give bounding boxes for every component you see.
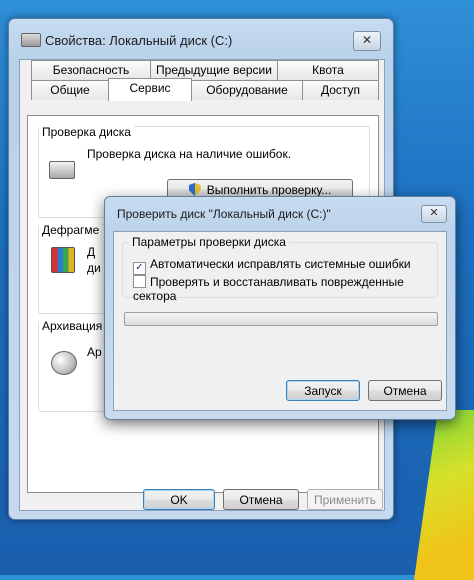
desktop-wallpaper-accent bbox=[414, 410, 474, 580]
ok-button[interactable]: OK bbox=[143, 489, 215, 510]
tab-sharing[interactable]: Доступ bbox=[302, 80, 379, 100]
scan-sectors-option[interactable]: Проверять и восстанавливать поврежденные… bbox=[133, 275, 437, 303]
tab-hardware[interactable]: Оборудование bbox=[191, 80, 303, 100]
dialog-close-button[interactable]: ✕ bbox=[421, 205, 447, 223]
defrag-icon bbox=[51, 247, 75, 273]
backup-description: Ар bbox=[87, 345, 102, 359]
dialog-cancel-button[interactable]: Отмена bbox=[368, 380, 442, 401]
disk-check-title: Проверка диска bbox=[39, 125, 134, 139]
disk-icon bbox=[49, 161, 75, 179]
auto-fix-checkbox[interactable]: ✓ bbox=[133, 262, 146, 275]
tab-quota[interactable]: Квота bbox=[277, 60, 379, 80]
window-title: Свойства: Локальный диск (C:) bbox=[45, 33, 233, 48]
check-progress-bar bbox=[124, 312, 438, 326]
drive-icon bbox=[21, 33, 41, 47]
tab-previous-versions[interactable]: Предыдущие версии bbox=[150, 60, 278, 80]
cancel-button[interactable]: Отмена bbox=[223, 489, 299, 510]
dialog-body: Параметры проверки диска ✓ Автоматически … bbox=[113, 231, 447, 411]
tab-security[interactable]: Безопасность bbox=[31, 60, 151, 80]
tab-general[interactable]: Общие bbox=[31, 80, 109, 100]
check-options-group: Параметры проверки диска ✓ Автоматически … bbox=[122, 235, 438, 303]
check-disk-dialog: Проверить диск "Локальный диск (C:)" ✕ П… bbox=[104, 196, 456, 420]
apply-button: Применить bbox=[307, 489, 383, 510]
check-options-title: Параметры проверки диска bbox=[129, 235, 289, 249]
backup-title: Архивация bbox=[39, 319, 106, 333]
scan-sectors-checkbox[interactable] bbox=[133, 275, 146, 288]
start-button[interactable]: Запуск bbox=[286, 380, 360, 401]
defrag-description-2: ди bbox=[87, 261, 101, 275]
run-check-label: Выполнить проверку... bbox=[206, 183, 332, 197]
disk-check-description: Проверка диска на наличие ошибок. bbox=[87, 147, 292, 161]
backup-icon bbox=[51, 351, 77, 375]
tab-tools[interactable]: Сервис bbox=[108, 78, 192, 101]
scan-sectors-label[interactable]: Проверять и восстанавливать поврежденные… bbox=[133, 275, 404, 303]
defrag-title: Дефрагме bbox=[39, 223, 103, 237]
defrag-description-1: Д bbox=[87, 245, 96, 259]
window-titlebar[interactable]: Свойства: Локальный диск (C:) ✕ bbox=[9, 19, 393, 59]
dialog-title[interactable]: Проверить диск "Локальный диск (C:)" bbox=[117, 207, 331, 221]
auto-fix-option[interactable]: ✓ Автоматически исправлять системные ошиб… bbox=[133, 257, 411, 275]
window-close-button[interactable]: ✕ bbox=[353, 31, 381, 51]
auto-fix-label[interactable]: Автоматически исправлять системные ошибк… bbox=[150, 257, 411, 271]
uac-shield-icon bbox=[188, 183, 201, 196]
